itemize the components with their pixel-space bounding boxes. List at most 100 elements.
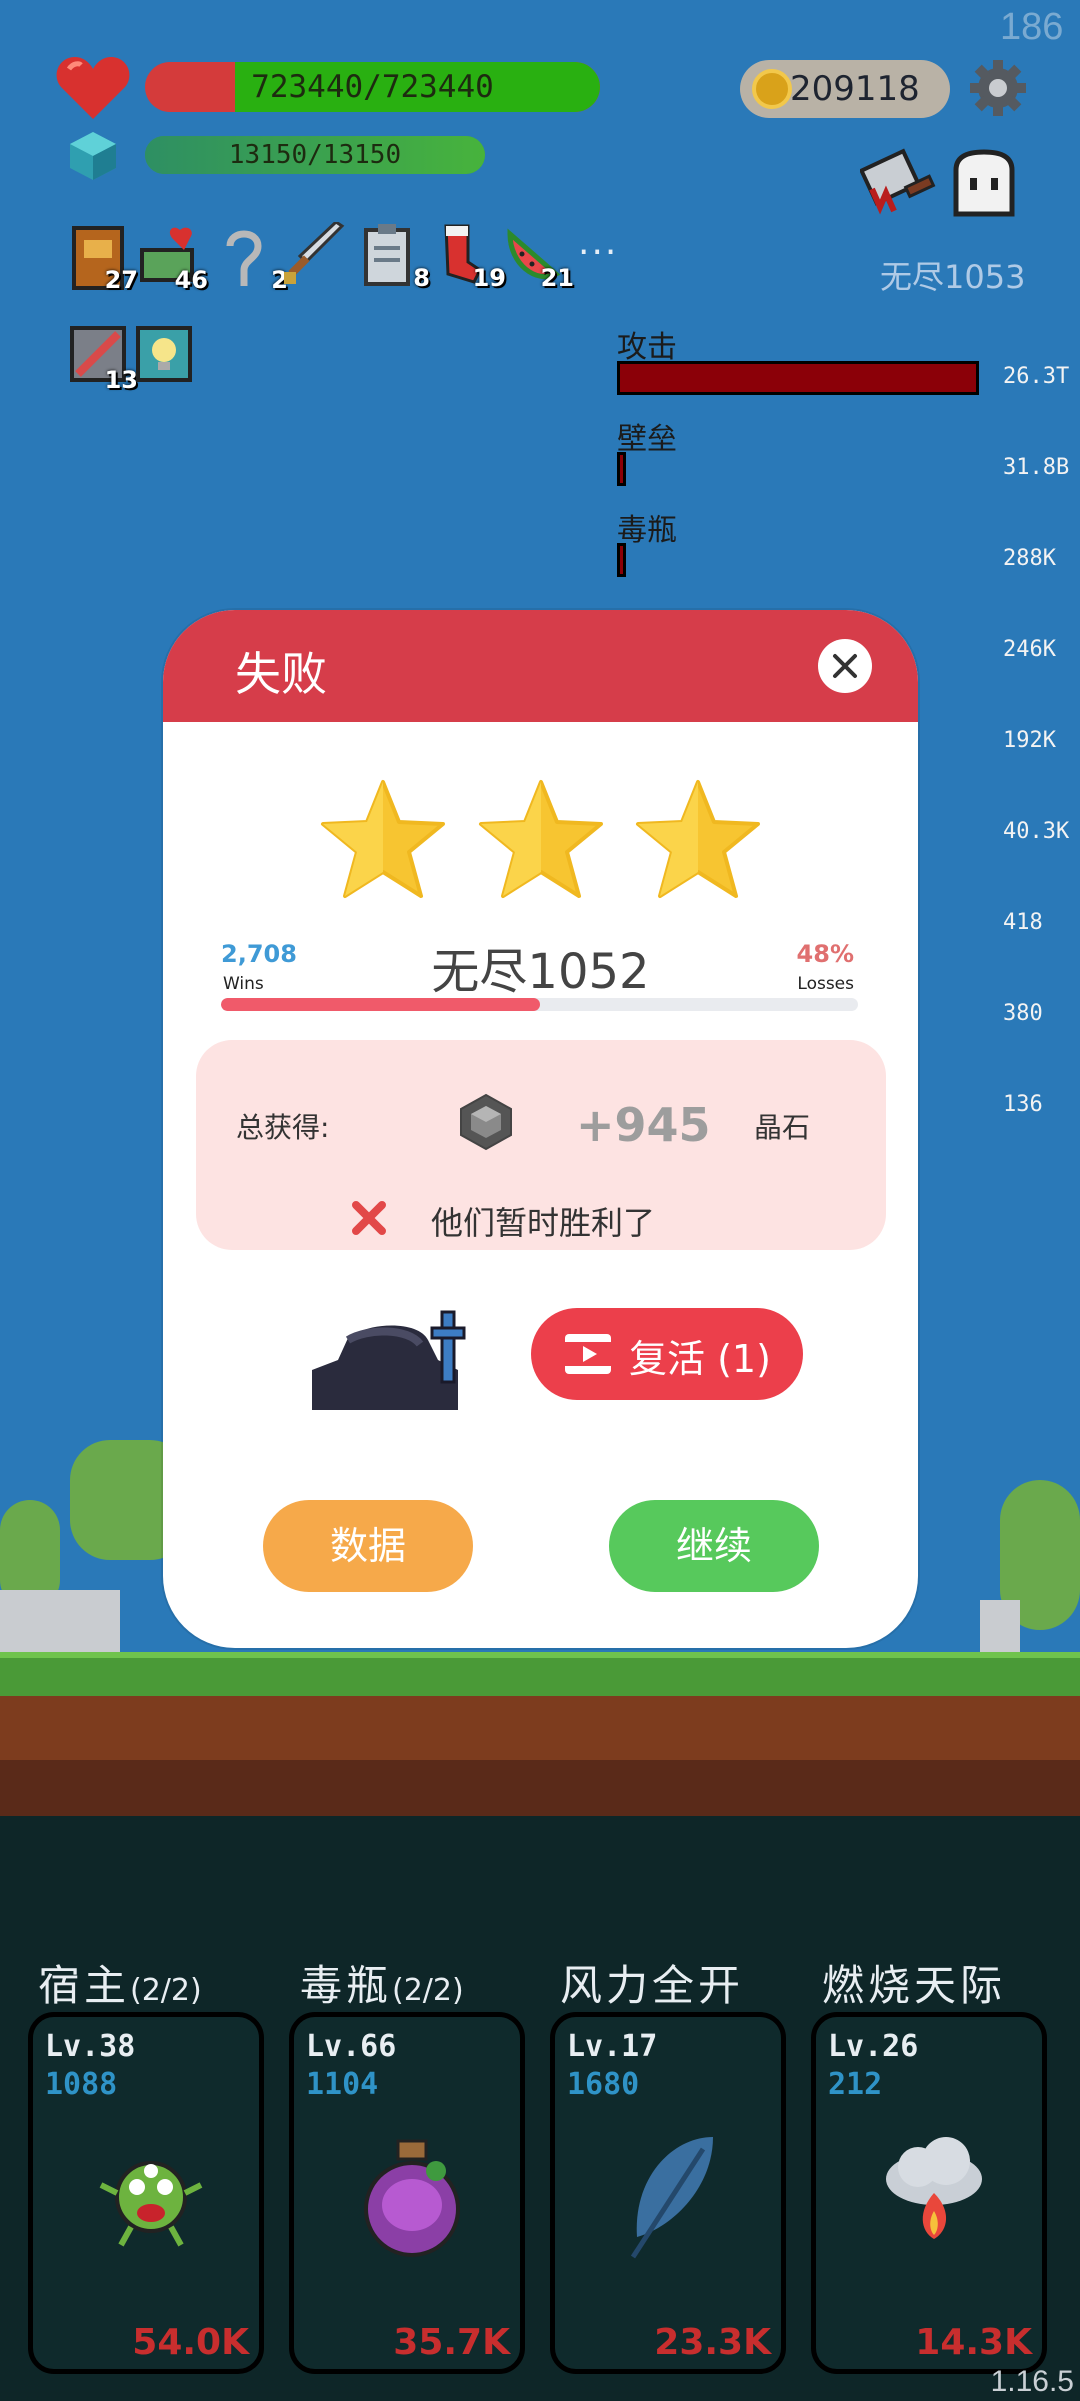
item-book[interactable]: 27 [70,226,138,294]
item-count: 8 [413,264,430,292]
mana-bar: 13150/13150 [145,136,485,174]
item-count: 46 [174,266,208,294]
skill-title: 燃烧天际 [822,1961,1007,2010]
star-icon [635,780,760,898]
stat-value: 192K [1003,728,1056,753]
skill-level: Lv.66 [306,2029,397,2064]
fire-cloud-icon [886,2137,982,2239]
skill-value: 212 [828,2067,883,2102]
skill-value: 1104 [306,2067,379,2102]
skill-title: 宿主(2/2) [38,1961,202,2010]
revive-button[interactable]: 复活 (1) [531,1308,803,1400]
stat-value: 40.3K [1003,819,1070,844]
fps-counter: 186 [1000,6,1064,48]
skill-level: Lv.17 [567,2029,658,2064]
skill-title: 毒瓶(2/2) [300,1961,464,2010]
item-watermelon[interactable]: 21 [506,224,574,292]
item-scroll[interactable]: 13 [70,326,138,394]
skill-card-wind[interactable]: Lv.17 1680 23.3K [550,2012,786,2374]
feather-icon [630,2137,713,2259]
close-button[interactable] [818,639,872,693]
stat-bar [617,543,626,577]
rock [980,1600,1020,1652]
skill-damage: 54.0K [132,2322,249,2363]
poison-bottle-icon [364,2139,460,2257]
skill-level: Lv.38 [45,2029,136,2064]
reward-amount: +945 [576,1098,711,1152]
ghost-icon[interactable] [948,148,1020,220]
item-clipboard[interactable]: 8 [362,224,430,292]
crystal-icon [70,132,116,180]
revive-label: 复活 (1) [629,1337,771,1381]
hp-text: 723440/723440 [251,69,494,105]
star-icon [321,780,446,898]
result-message: 他们暂时胜利了 [431,1204,656,1242]
stat-bar [617,452,626,486]
win-loss-progress-fill [221,998,540,1011]
skill-value: 1088 [45,2067,118,2102]
cleaver-icon[interactable] [860,145,940,217]
skill-title: 风力全开 [560,1961,745,2010]
data-button[interactable]: 数据 [263,1500,473,1592]
stat-value: 26.3T [1003,364,1070,389]
item-lightbulb[interactable] [136,326,196,386]
clipboard-icon [364,224,410,286]
star-icon [478,780,603,898]
stat-label: 毒瓶 [617,513,677,548]
settings-gear-icon[interactable] [968,58,1028,118]
stat-label: 壁垒 [617,422,677,457]
stat-value: 288K [1003,546,1056,571]
item-sword[interactable] [282,220,345,284]
reward-panel: 总获得: +945 晶石 他们暂时胜利了 [196,1040,886,1250]
skill-card-host[interactable]: Lv.38 1088 54.0K [28,2012,264,2374]
coin-counter[interactable]: 209118 [740,60,950,118]
stage-label: 无尽1053 [880,258,1026,296]
reward-unit: 晶石 [754,1111,811,1144]
reward-label: 总获得: [236,1111,330,1144]
coin-icon [752,69,792,109]
item-count: 27 [104,266,138,294]
stat-value: 246K [1003,637,1056,662]
lightbulb-icon [136,326,192,382]
losses-label: Losses [797,974,854,994]
stat-value: 380 [1003,1001,1043,1026]
video-ad-icon [565,1334,611,1374]
coin-amount: 209118 [790,69,920,109]
stat-bar [617,361,979,395]
item-sock[interactable]: 19 [438,224,506,292]
continue-button[interactable]: 继续 [609,1500,819,1592]
skill-damage: 14.3K [915,2322,1032,2363]
stat-label: 攻击 [617,330,677,365]
grass-ground [0,1652,1080,1696]
item-heart-cash[interactable]: 46 [140,226,208,294]
more-items-indicator[interactable]: ··· [578,232,618,273]
skill-card-fire[interactable]: Lv.26 212 14.3K [811,2012,1047,2374]
close-icon [833,654,857,678]
skill-damage: 23.3K [654,2322,771,2363]
stat-value: 418 [1003,910,1043,935]
skill-card-poison[interactable]: Lv.66 1104 35.7K [289,2012,525,2374]
dialog-title: 失败 [235,647,327,701]
losses-value: 48% [796,940,854,968]
item-count: 21 [540,264,574,292]
star-rating [163,778,918,904]
hp-bar: 723440/723440 [145,62,600,112]
item-count: 13 [104,366,138,394]
defeated-boss-icon [312,1310,466,1410]
skill-level: Lv.26 [828,2029,919,2064]
mana-text: 13150/13150 [228,140,402,170]
heart-icon [56,57,130,119]
virus-monster-icon [99,2161,203,2247]
win-loss-progress [221,998,858,1011]
cross-icon [352,1201,386,1235]
dirt-ground-dark [0,1760,1080,1816]
stat-value: 31.8B [1003,455,1070,480]
skill-value: 1680 [567,2067,640,2102]
stat-value: 136 [1003,1092,1043,1117]
result-dialog: 失败 2,708 Wins 无尽1052 48% Losses 总获得: +94… [163,610,918,1648]
version-label: 1.16.5 [990,2365,1074,2398]
item-hook[interactable]: 2 [220,226,288,294]
gem-icon [460,1093,512,1151]
dialog-header: 失败 [163,610,918,722]
skill-damage: 35.7K [393,2322,510,2363]
